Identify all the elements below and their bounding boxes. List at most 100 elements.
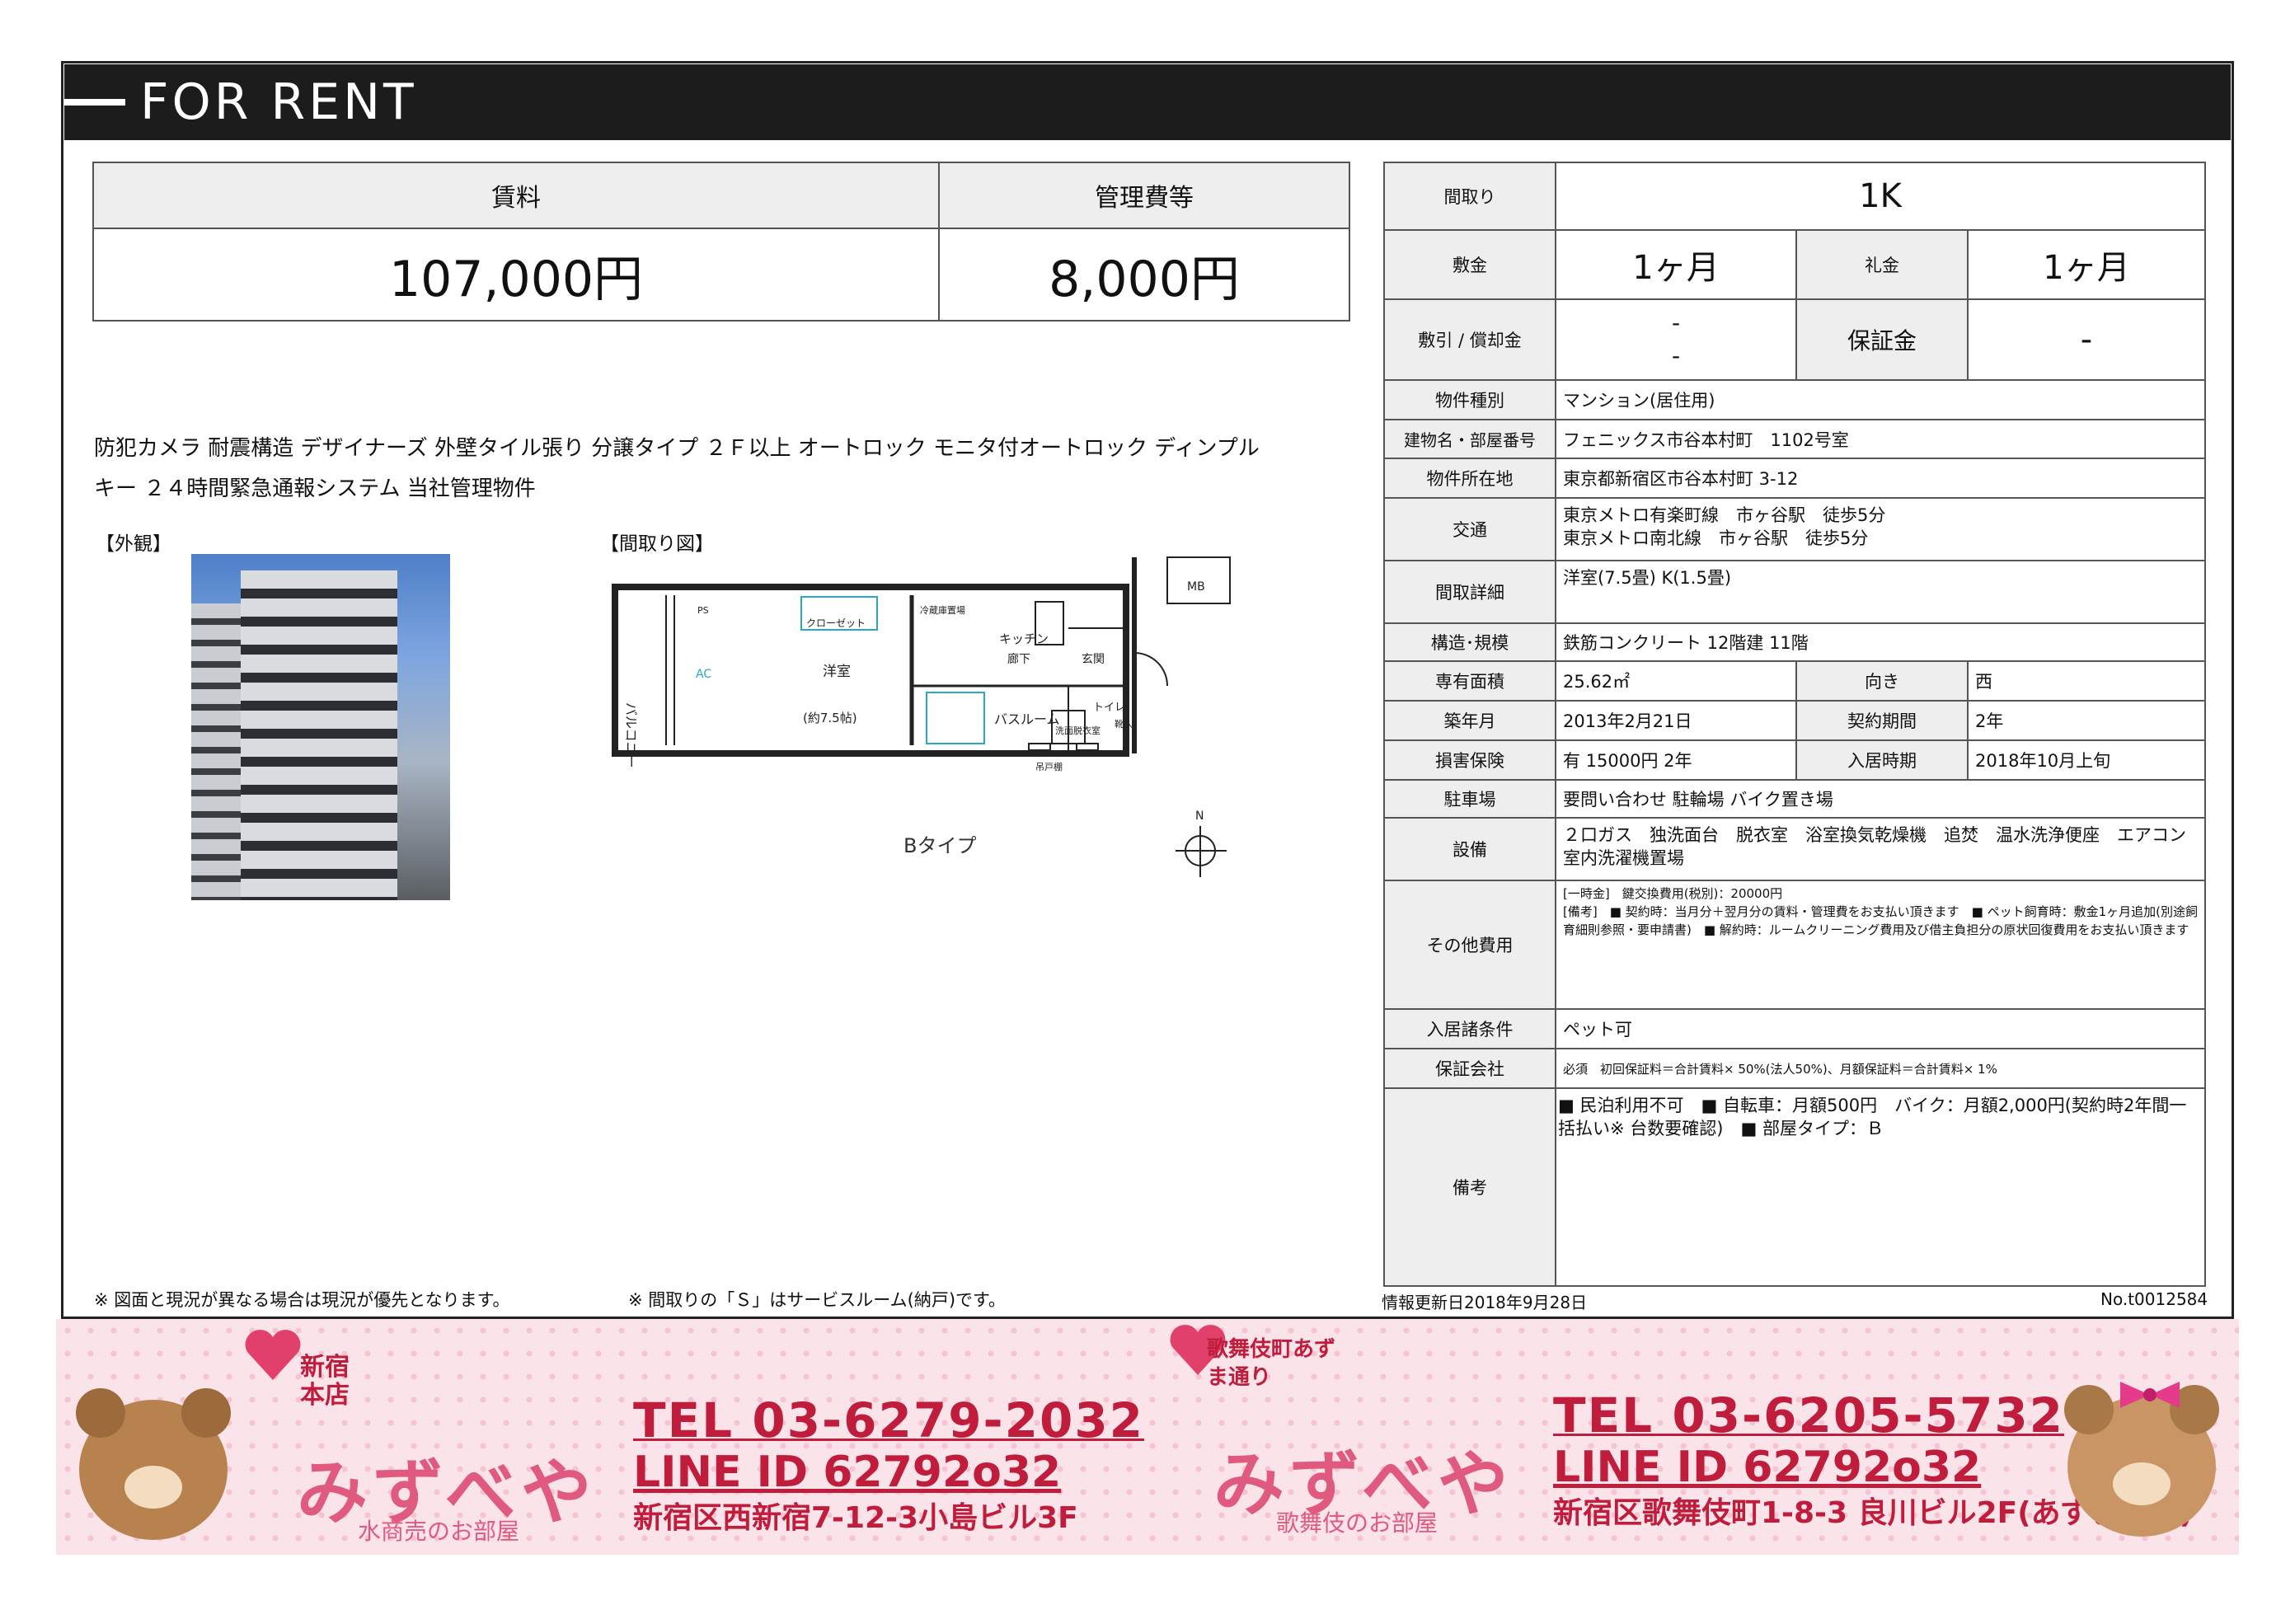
heart-icon — [245, 1330, 301, 1380]
shikibiki-value: - - — [1555, 298, 1797, 381]
area-key: 専有面積 — [1383, 660, 1556, 702]
parking-key: 駐車場 — [1383, 779, 1556, 819]
floorplan-type: Bタイプ — [903, 834, 976, 857]
property-type-key: 物件種別 — [1383, 379, 1556, 420]
key-money-key: 礼金 — [1795, 229, 1969, 300]
hall-label: 廊下 — [1007, 652, 1030, 666]
direction-key: 向き — [1795, 660, 1969, 702]
page-title: FOR RENT — [140, 73, 417, 131]
bear-mascot-right — [2064, 1385, 2219, 1537]
fee-label: 管理費等 — [938, 162, 1350, 229]
floorplan-drawing: バルコニー AC 洋室 (約7.5帖) クローゼット 冷蔵庫置場 キッチン 廊下… — [612, 556, 1231, 877]
entrance-label: 玄関 — [1082, 652, 1105, 666]
layout-key: 間取り — [1383, 162, 1556, 231]
features-text: 防犯カメラ 耐震構造 デザイナーズ 外壁タイル張り 分譲タイプ ２Ｆ以上 オート… — [94, 429, 1347, 509]
washroom-label: 洗面脱衣室 — [1055, 725, 1101, 736]
other-costs-value: [一時金] 鍵交換費用(税別)：20000円 [備考] ■ 契約時：当月分＋翌月… — [1554, 880, 2207, 1010]
ac-label: AC — [696, 668, 711, 681]
rent-label: 賃料 — [92, 162, 940, 229]
fusuma-label: 吊戸棚 — [1035, 761, 1063, 772]
direction-value: 西 — [1966, 660, 2207, 702]
shop1-tel[interactable]: TEL 03-6279-2032 — [633, 1393, 1144, 1448]
rent-value: 107,000円 — [92, 228, 940, 322]
ps-label: PS — [697, 605, 709, 616]
bear-mascot-left — [76, 1388, 231, 1540]
shikibiki-value-2: - — [1671, 342, 1681, 369]
guarantor-value: 必須 初回保証料＝合計賃料× 50%(法人50%)、月額保証料＝合計賃料× 1% — [1554, 1048, 2207, 1089]
guarantee-key: 保証金 — [1795, 298, 1969, 381]
mb-label: MB — [1187, 580, 1205, 594]
built-key: 築年月 — [1383, 700, 1556, 741]
shop-banner: 新宿本店 みずべや 水商売のお部屋 TEL 03-6279-2032 LINE … — [56, 1319, 2239, 1555]
deposit-key: 敷金 — [1383, 229, 1556, 300]
shikibiki-value-1: - — [1671, 309, 1681, 336]
shikibiki-key: 敷引 / 償却金 — [1383, 298, 1556, 381]
rent-table: 賃料 管理費等 107,000円 8,000円 — [92, 162, 1350, 322]
kitchen-label: キッチン — [999, 631, 1049, 646]
address-key: 物件所在地 — [1383, 458, 1556, 499]
shop1-subtitle: 水商売のお部屋 — [358, 1518, 520, 1545]
built-value: 2013年2月21日 — [1555, 700, 1797, 741]
shop1-contact: TEL 03-6279-2032 LINE ID 62792o32 新宿区西新宿… — [633, 1393, 1144, 1540]
movein-value: 2018年10月上旬 — [1966, 739, 2207, 781]
structure-value: 鉄筋コンクリート 12階建 11階 — [1554, 622, 2207, 662]
address-value: 東京都新宿区市谷本村町 3-12 — [1554, 458, 2207, 499]
closet-label: クローゼット — [806, 617, 866, 629]
transit-line-2: 東京メトロ南北線 市ヶ谷駅 徒歩5分 — [1563, 528, 1869, 548]
bath-label: バスルーム — [994, 711, 1060, 727]
room-label: 洋室 — [823, 664, 851, 680]
shop1-line-id[interactable]: LINE ID 62792o32 — [633, 1448, 1144, 1497]
building-facade — [241, 570, 397, 900]
term-value: 2年 — [1966, 700, 2207, 741]
shop1-address: 新宿区西新宿7-12-3小島ビル3F — [633, 1501, 1078, 1535]
exterior-photo — [191, 554, 450, 900]
term-key: 契約期間 — [1795, 700, 1969, 741]
guarantor-key: 保証会社 — [1383, 1048, 1556, 1089]
property-info-table: 間取り 1K 敷金 1ヶ月 礼金 1ヶ月 敷引 / 償却金 - - 保証金 - … — [1383, 162, 2207, 1287]
listing-number: No.t0012584 — [2100, 1289, 2208, 1309]
area-value: 25.62㎡ — [1555, 660, 1797, 702]
header-bar — [64, 99, 125, 106]
guarantee-value: - — [1966, 298, 2207, 381]
layout-detail-value: 洋室(7.5畳) K(1.5畳) — [1554, 560, 2207, 624]
transit-value: 東京メトロ有楽町線 市ヶ谷駅 徒歩5分 東京メトロ南北線 市ヶ谷駅 徒歩5分 — [1554, 497, 2207, 561]
shop1-sign: 新宿本店 — [300, 1353, 350, 1410]
fee-value: 8,000円 — [938, 228, 1350, 322]
parking-value: 要問い合わせ 駐輪場 バイク置き場 — [1554, 779, 2207, 819]
updated-date: 情報更新日2018年9月28日 — [1382, 1293, 1588, 1312]
features-line-1: 防犯カメラ 耐震構造 デザイナーズ 外壁タイル張り 分譲タイプ ２Ｆ以上 オート… — [94, 436, 1260, 461]
deposit-value: 1ヶ月 — [1555, 229, 1797, 300]
floorplan-heading: 【間取り図】 — [600, 533, 714, 555]
insurance-key: 損害保険 — [1383, 739, 1556, 781]
shikibiki-key-text: 敷引 / 償却金 — [1418, 331, 1522, 350]
toilet-label: トイレ — [1093, 702, 1125, 714]
page-header: FOR RENT — [64, 64, 2231, 140]
other-costs-line-1: [一時金] 鍵交換費用(税別)：20000円 — [1563, 886, 1783, 901]
other-costs-line-2: [備考] ■ 契約時：当月分＋翌月分の賃料・管理費をお支払い頂きます ■ ペット… — [1563, 904, 2198, 937]
building-name-key: 建物名・部屋番号 — [1383, 419, 1556, 459]
layout-value: 1K — [1554, 162, 2207, 231]
equipment-value: ２口ガス 独洗面台 脱衣室 浴室換気乾燥機 追焚 温水洗浄便座 エアコン 室内洗… — [1554, 817, 2207, 881]
exterior-heading: 【外観】 — [96, 533, 171, 555]
equipment-key: 設備 — [1383, 817, 1556, 881]
features-line-2: キー ２４時間緊急通報システム 当社管理物件 — [94, 476, 536, 501]
ribbon-icon — [2120, 1382, 2180, 1408]
conditions-value: ペット可 — [1554, 1008, 2207, 1049]
fridge-label: 冷蔵庫置場 — [920, 604, 965, 616]
note-left: ※ 図面と現況が異なる場合は現況が優先となります。 — [94, 1290, 510, 1310]
conditions-key: 入居諸条件 — [1383, 1008, 1556, 1049]
transit-key: 交通 — [1383, 497, 1556, 561]
property-type-value: マンション(居住用) — [1554, 379, 2207, 420]
floorplan-outer-wall — [612, 584, 1129, 757]
remarks-key: 備考 — [1383, 1087, 1556, 1287]
layout-detail-key: 間取詳細 — [1383, 560, 1556, 624]
note-right: ※ 間取りの「Ｓ」はサービスルーム(納戸)です。 — [628, 1290, 1006, 1310]
structure-key: 構造･規模 — [1383, 622, 1556, 662]
key-money-value: 1ヶ月 — [1966, 229, 2207, 300]
movein-key: 入居時期 — [1795, 739, 1969, 781]
building-name-value: フェニックス市谷本村町 1102号室 — [1554, 419, 2207, 459]
shop2-sign: 歌舞伎町あずま通り — [1207, 1337, 1336, 1390]
north-label: N — [1195, 810, 1204, 823]
other-costs-key: その他費用 — [1383, 880, 1556, 1010]
shop2-subtitle: 歌舞伎のお部屋 — [1276, 1509, 1438, 1537]
